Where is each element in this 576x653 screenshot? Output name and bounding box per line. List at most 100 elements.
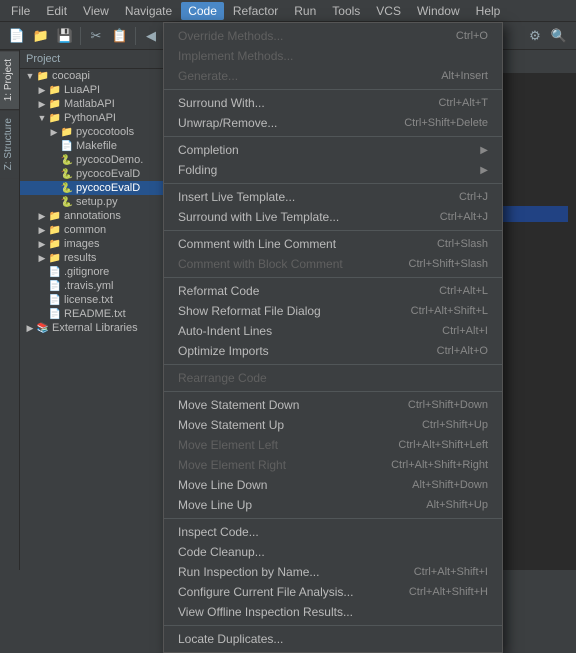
menu-rearrange-code[interactable]: Rearrange Code	[164, 368, 502, 388]
py-icon-demo1: 🐍	[60, 155, 74, 166]
tree-item-cocoapi[interactable]: ▼ 📁 cocoapi	[20, 69, 170, 83]
sep2	[135, 27, 136, 45]
new-file-btn[interactable]: 📄	[6, 25, 28, 47]
folder-icon-results: 📁	[48, 253, 62, 264]
menu-move-element-right[interactable]: Move Element Right Ctrl+Alt+Shift+Right	[164, 455, 502, 475]
menu-code[interactable]: Code	[181, 2, 224, 20]
folder-icon-annotations: 📁	[48, 211, 62, 222]
move-line-up-label: Move Line Up	[178, 498, 406, 512]
menu-completion[interactable]: Completion ▶	[164, 140, 502, 160]
tree-item-luaapi[interactable]: ▶ 📁 LuaAPI	[20, 83, 170, 97]
surround-with-label: Surround With...	[178, 96, 418, 110]
search-btn[interactable]: 🔍	[548, 25, 570, 47]
tree-item-images[interactable]: ▶ 📁 images	[20, 237, 170, 251]
tree-label-images: images	[64, 238, 99, 250]
tree-arrow-pycocotools: ▶	[48, 127, 60, 138]
folder-icon-cocoapi: 📁	[36, 71, 50, 82]
tree-item-pycocoevalD2[interactable]: 🐍 pycocoEvalD	[20, 181, 170, 195]
menu-help[interactable]: Help	[469, 2, 508, 20]
menu-auto-indent[interactable]: Auto-Indent Lines Ctrl+Alt+I	[164, 321, 502, 341]
completion-arrow: ▶	[480, 145, 488, 156]
reformat-code-shortcut: Ctrl+Alt+L	[439, 285, 488, 297]
tree-item-license[interactable]: 📄 license.txt	[20, 293, 170, 307]
tree-item-pycocotools[interactable]: ▶ 📁 pycocotools	[20, 125, 170, 139]
copy-btn[interactable]: 📋	[109, 25, 131, 47]
tree-item-pythonapi[interactable]: ▼ 📁 PythonAPI	[20, 111, 170, 125]
sidebar-tab-structure[interactable]: Z: Structure	[0, 109, 19, 178]
menu-tools[interactable]: Tools	[325, 2, 367, 20]
tree-arrow-images: ▶	[36, 239, 48, 250]
menu-surround-with[interactable]: Surround With... Ctrl+Alt+T	[164, 93, 502, 113]
menu-move-line-down[interactable]: Move Line Down Alt+Shift+Down	[164, 475, 502, 495]
sep-4	[164, 230, 502, 231]
tree-item-pycocoevalD1[interactable]: 🐍 pycocoEvalD	[20, 167, 170, 181]
menu-inspect-code[interactable]: Inspect Code...	[164, 522, 502, 542]
rearrange-code-label: Rearrange Code	[178, 371, 488, 385]
move-line-up-shortcut: Alt+Shift+Up	[426, 499, 488, 511]
menu-insert-live-template[interactable]: Insert Live Template... Ctrl+J	[164, 187, 502, 207]
menu-run-inspection[interactable]: Run Inspection by Name... Ctrl+Alt+Shift…	[164, 562, 502, 582]
tree-item-travis[interactable]: 📄 .travis.yml	[20, 279, 170, 293]
tree-item-results[interactable]: ▶ 📁 results	[20, 251, 170, 265]
menu-locate-duplicates[interactable]: Locate Duplicates...	[164, 629, 502, 649]
cut-btn[interactable]: ✂	[85, 25, 107, 47]
generate-shortcut: Alt+Insert	[441, 70, 488, 82]
tree-label-results: results	[64, 252, 96, 264]
tree-item-common[interactable]: ▶ 📁 common	[20, 223, 170, 237]
menu-optimize-imports[interactable]: Optimize Imports Ctrl+Alt+O	[164, 341, 502, 361]
menu-vcs[interactable]: VCS	[369, 2, 408, 20]
tree-item-makefile[interactable]: 📄 Makefile	[20, 139, 170, 153]
menu-override-methods[interactable]: Override Methods... Ctrl+O	[164, 26, 502, 46]
menu-move-element-left[interactable]: Move Element Left Ctrl+Alt+Shift+Left	[164, 435, 502, 455]
open-btn[interactable]: 📁	[30, 25, 52, 47]
menu-configure-analysis[interactable]: Configure Current File Analysis... Ctrl+…	[164, 582, 502, 602]
sidebar-tab-project[interactable]: 1: Project	[0, 50, 19, 109]
move-statement-down-label: Move Statement Down	[178, 398, 388, 412]
code-cleanup-label: Code Cleanup...	[178, 545, 488, 559]
tree-arrow-pythonapi: ▼	[36, 113, 48, 123]
menu-surround-live-template[interactable]: Surround with Live Template... Ctrl+Alt+…	[164, 207, 502, 227]
menu-run[interactable]: Run	[287, 2, 323, 20]
tree-item-setup[interactable]: 🐍 setup.py	[20, 195, 170, 209]
menu-edit[interactable]: Edit	[39, 2, 74, 20]
menu-window[interactable]: Window	[410, 2, 467, 20]
tree-label-travis: .travis.yml	[64, 280, 114, 292]
menu-unwrap-remove[interactable]: Unwrap/Remove... Ctrl+Shift+Delete	[164, 113, 502, 133]
menu-implement-methods[interactable]: Implement Methods...	[164, 46, 502, 66]
menu-comment-block[interactable]: Comment with Block Comment Ctrl+Shift+Sl…	[164, 254, 502, 274]
menu-refactor[interactable]: Refactor	[226, 2, 285, 20]
move-statement-up-label: Move Statement Up	[178, 418, 402, 432]
code-dropdown-menu: Override Methods... Ctrl+O Implement Met…	[163, 22, 503, 653]
menu-move-statement-down[interactable]: Move Statement Down Ctrl+Shift+Down	[164, 395, 502, 415]
tree-label-cocoapi: cocoapi	[52, 70, 90, 82]
sep-1	[164, 89, 502, 90]
auto-indent-shortcut: Ctrl+Alt+I	[442, 325, 488, 337]
tree-item-extlibs[interactable]: ▶ 📚 External Libraries	[20, 321, 170, 335]
menu-file[interactable]: File	[4, 2, 37, 20]
menu-view-offline-inspection[interactable]: View Offline Inspection Results...	[164, 602, 502, 622]
menu-move-line-up[interactable]: Move Line Up Alt+Shift+Up	[164, 495, 502, 515]
tree-item-matlabapi[interactable]: ▶ 📁 MatlabAPI	[20, 97, 170, 111]
menu-folding[interactable]: Folding ▶	[164, 160, 502, 180]
tree-label-common: common	[64, 224, 106, 236]
surround-live-template-shortcut: Ctrl+Alt+J	[440, 211, 488, 223]
settings-btn[interactable]: ⚙	[524, 25, 546, 47]
menu-generate[interactable]: Generate... Alt+Insert	[164, 66, 502, 86]
tree-item-gitignore[interactable]: 📄 .gitignore	[20, 265, 170, 279]
menu-code-cleanup[interactable]: Code Cleanup...	[164, 542, 502, 562]
tree-arrow-matlabapi: ▶	[36, 99, 48, 110]
menu-comment-line[interactable]: Comment with Line Comment Ctrl+Slash	[164, 234, 502, 254]
py-icon-setup: 🐍	[60, 197, 74, 208]
back-btn[interactable]: ◀	[140, 25, 162, 47]
menu-view[interactable]: View	[76, 2, 116, 20]
menu-reformat-code[interactable]: Reformat Code Ctrl+Alt+L	[164, 281, 502, 301]
tree-arrow-annotations: ▶	[36, 211, 48, 222]
menu-navigate[interactable]: Navigate	[118, 2, 179, 20]
tree-item-pycocodemo1[interactable]: 🐍 pycocoDemo.	[20, 153, 170, 167]
tree-item-annotations[interactable]: ▶ 📁 annotations	[20, 209, 170, 223]
menu-move-statement-up[interactable]: Move Statement Up Ctrl+Shift+Up	[164, 415, 502, 435]
tree-item-readme[interactable]: 📄 README.txt	[20, 307, 170, 321]
menu-show-reformat-dialog[interactable]: Show Reformat File Dialog Ctrl+Alt+Shift…	[164, 301, 502, 321]
tree-label-extlibs: External Libraries	[52, 322, 138, 334]
save-btn[interactable]: 💾	[54, 25, 76, 47]
